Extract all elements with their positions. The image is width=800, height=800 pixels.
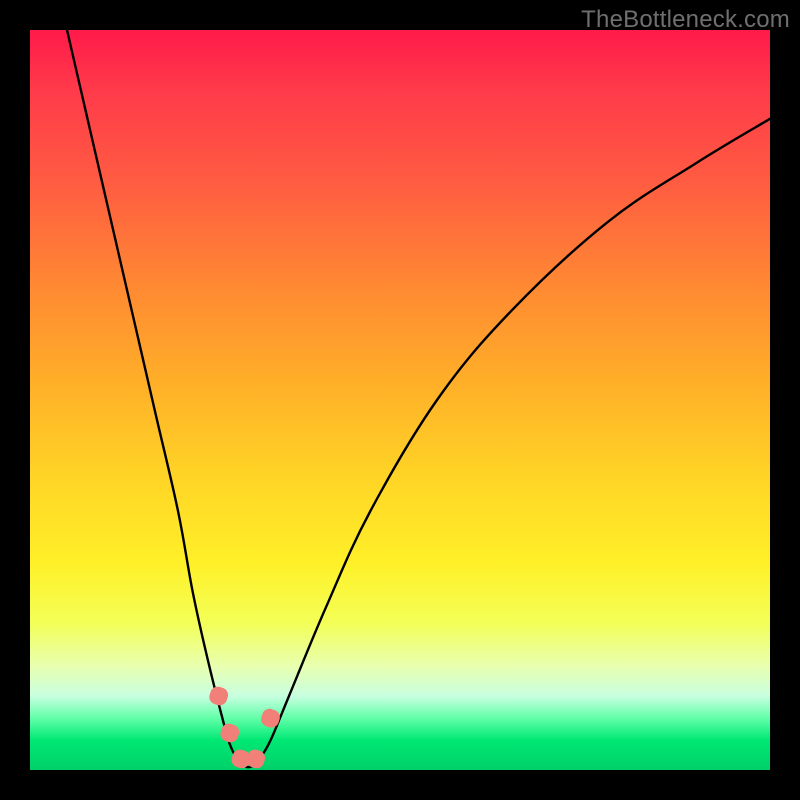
dot-left-upper <box>207 685 230 708</box>
curve-markers <box>207 685 281 770</box>
dot-right-upper <box>259 707 282 730</box>
dot-left-mid <box>218 722 241 745</box>
curve-svg <box>30 30 770 770</box>
chart-frame: TheBottleneck.com <box>0 0 800 800</box>
plot-area <box>30 30 770 770</box>
bottleneck-curve <box>67 30 770 767</box>
